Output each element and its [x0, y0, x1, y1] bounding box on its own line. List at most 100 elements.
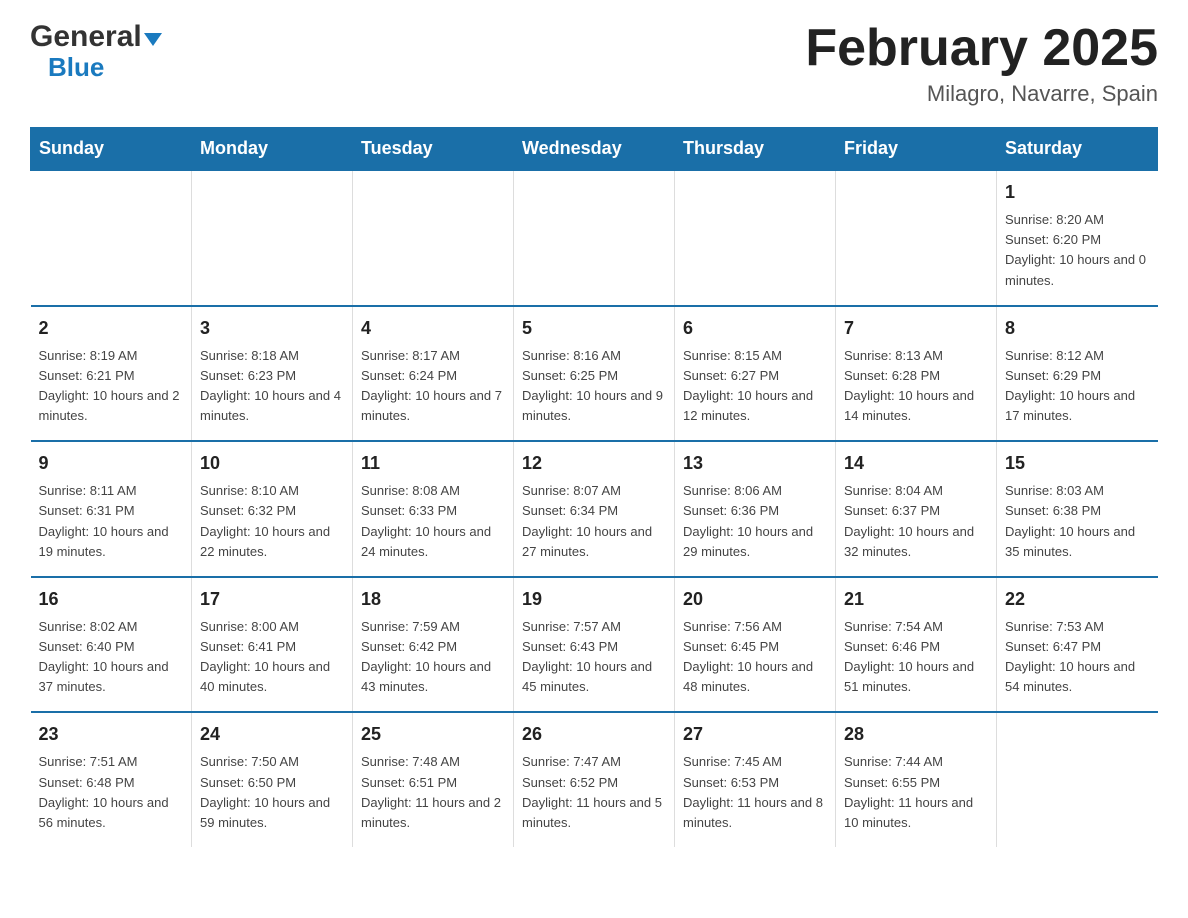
calendar-day-cell: 7Sunrise: 8:13 AM Sunset: 6:28 PM Daylig… — [836, 306, 997, 442]
calendar-day-cell: 6 Sunrise: 8:15 AM Sunset: 6:27 PM Daylig… — [675, 306, 836, 442]
day-info: Sunrise: 8:15 AM Sunset: 6:27 PM Dayligh… — [683, 346, 827, 427]
day-info: Sunrise: 8:00 AM Sunset: 6:41 PM Dayligh… — [200, 617, 344, 698]
day-number: 16 — [39, 586, 184, 613]
day-number: 5 — [522, 315, 666, 342]
day-number: 15 — [1005, 450, 1150, 477]
day-number: 1 — [1005, 179, 1150, 206]
day-number: 19 — [522, 586, 666, 613]
day-info: Sunrise: 8:18 AM Sunset: 6:23 PM Dayligh… — [200, 346, 344, 427]
day-of-week-header: Monday — [192, 128, 353, 171]
day-number: 13 — [683, 450, 827, 477]
day-number: 28 — [844, 721, 988, 748]
month-title: February 2025 — [805, 20, 1158, 77]
day-number: 14 — [844, 450, 988, 477]
day-info: Sunrise: 7:57 AM Sunset: 6:43 PM Dayligh… — [522, 617, 666, 698]
logo-blue-text: Blue — [48, 52, 104, 83]
day-number: 21 — [844, 586, 988, 613]
title-block: February 2025 Milagro, Navarre, Spain — [805, 20, 1158, 107]
day-info: Sunrise: 7:45 AM Sunset: 6:53 PM Dayligh… — [683, 752, 827, 833]
calendar-day-cell: 26 Sunrise: 7:47 AM Sunset: 6:52 PM Dayli… — [514, 712, 675, 847]
day-info: Sunrise: 8:17 AM Sunset: 6:24 PM Dayligh… — [361, 346, 505, 427]
day-info: Sunrise: 7:48 AM Sunset: 6:51 PM Dayligh… — [361, 752, 505, 833]
calendar-week-row: 16Sunrise: 8:02 AM Sunset: 6:40 PM Dayli… — [31, 577, 1158, 713]
calendar-day-cell: 4 Sunrise: 8:17 AM Sunset: 6:24 PM Daylig… — [353, 306, 514, 442]
calendar-day-cell: 14 Sunrise: 8:04 AM Sunset: 6:37 PM Dayli… — [836, 441, 997, 577]
day-number: 22 — [1005, 586, 1150, 613]
day-of-week-header: Thursday — [675, 128, 836, 171]
calendar-day-cell: 24 Sunrise: 7:50 AM Sunset: 6:50 PM Dayli… — [192, 712, 353, 847]
day-of-week-header: Sunday — [31, 128, 192, 171]
day-number: 4 — [361, 315, 505, 342]
calendar-day-cell: 9 Sunrise: 8:11 AM Sunset: 6:31 PM Daylig… — [31, 441, 192, 577]
calendar-day-cell — [353, 170, 514, 306]
day-number: 11 — [361, 450, 505, 477]
calendar-day-cell: 12 Sunrise: 8:07 AM Sunset: 6:34 PM Dayli… — [514, 441, 675, 577]
day-number: 9 — [39, 450, 184, 477]
day-number: 17 — [200, 586, 344, 613]
day-info: Sunrise: 8:19 AM Sunset: 6:21 PM Dayligh… — [39, 346, 184, 427]
day-number: 8 — [1005, 315, 1150, 342]
calendar-day-cell: 21 Sunrise: 7:54 AM Sunset: 6:46 PM Dayli… — [836, 577, 997, 713]
calendar-day-cell — [836, 170, 997, 306]
day-info: Sunrise: 8:07 AM Sunset: 6:34 PM Dayligh… — [522, 481, 666, 562]
day-info: Sunrise: 8:16 AM Sunset: 6:25 PM Dayligh… — [522, 346, 666, 427]
day-info: Sunrise: 7:59 AM Sunset: 6:42 PM Dayligh… — [361, 617, 505, 698]
calendar-day-cell: 11 Sunrise: 8:08 AM Sunset: 6:33 PM Dayli… — [353, 441, 514, 577]
day-info: Sunrise: 8:12 AM Sunset: 6:29 PM Dayligh… — [1005, 346, 1150, 427]
calendar-day-cell — [997, 712, 1158, 847]
calendar-day-cell — [514, 170, 675, 306]
calendar-day-cell: 18 Sunrise: 7:59 AM Sunset: 6:42 PM Dayli… — [353, 577, 514, 713]
calendar-week-row: 1 Sunrise: 8:20 AM Sunset: 6:20 PM Daylig… — [31, 170, 1158, 306]
location-label: Milagro, Navarre, Spain — [805, 81, 1158, 107]
day-info: Sunrise: 8:08 AM Sunset: 6:33 PM Dayligh… — [361, 481, 505, 562]
day-of-week-header: Saturday — [997, 128, 1158, 171]
calendar-day-cell: 1 Sunrise: 8:20 AM Sunset: 6:20 PM Daylig… — [997, 170, 1158, 306]
day-of-week-header: Friday — [836, 128, 997, 171]
day-info: Sunrise: 7:47 AM Sunset: 6:52 PM Dayligh… — [522, 752, 666, 833]
calendar-day-cell — [31, 170, 192, 306]
logo: General Blue — [30, 20, 162, 83]
day-info: Sunrise: 7:44 AM Sunset: 6:55 PM Dayligh… — [844, 752, 988, 833]
logo-general-text: General — [30, 20, 142, 54]
day-number: 26 — [522, 721, 666, 748]
day-number: 27 — [683, 721, 827, 748]
calendar-day-cell: 28 Sunrise: 7:44 AM Sunset: 6:55 PM Dayli… — [836, 712, 997, 847]
day-number: 6 — [683, 315, 827, 342]
page-header: General Blue February 2025 Milagro, Nava… — [30, 20, 1158, 107]
day-number: 12 — [522, 450, 666, 477]
day-info: Sunrise: 8:06 AM Sunset: 6:36 PM Dayligh… — [683, 481, 827, 562]
day-number: 25 — [361, 721, 505, 748]
day-info: Sunrise: 7:50 AM Sunset: 6:50 PM Dayligh… — [200, 752, 344, 833]
calendar-day-cell: 17 Sunrise: 8:00 AM Sunset: 6:41 PM Dayli… — [192, 577, 353, 713]
day-info: Sunrise: 7:51 AM Sunset: 6:48 PM Dayligh… — [39, 752, 184, 833]
day-number: 18 — [361, 586, 505, 613]
calendar-day-cell — [675, 170, 836, 306]
day-info: Sunrise: 7:54 AM Sunset: 6:46 PM Dayligh… — [844, 617, 988, 698]
day-info: Sunrise: 7:56 AM Sunset: 6:45 PM Dayligh… — [683, 617, 827, 698]
day-info: Sunrise: 8:11 AM Sunset: 6:31 PM Dayligh… — [39, 481, 184, 562]
calendar-day-cell: 8 Sunrise: 8:12 AM Sunset: 6:29 PM Daylig… — [997, 306, 1158, 442]
day-info: Sunrise: 7:53 AM Sunset: 6:47 PM Dayligh… — [1005, 617, 1150, 698]
day-number: 24 — [200, 721, 344, 748]
calendar-day-cell: 5 Sunrise: 8:16 AM Sunset: 6:25 PM Daylig… — [514, 306, 675, 442]
day-info: Sunrise: 8:20 AM Sunset: 6:20 PM Dayligh… — [1005, 210, 1150, 291]
day-of-week-header: Wednesday — [514, 128, 675, 171]
day-number: 2 — [39, 315, 184, 342]
calendar-day-cell — [192, 170, 353, 306]
calendar-day-cell: 27 Sunrise: 7:45 AM Sunset: 6:53 PM Dayli… — [675, 712, 836, 847]
day-number: 20 — [683, 586, 827, 613]
calendar-day-cell: 10 Sunrise: 8:10 AM Sunset: 6:32 PM Dayli… — [192, 441, 353, 577]
calendar-header-row: SundayMondayTuesdayWednesdayThursdayFrid… — [31, 128, 1158, 171]
calendar-week-row: 9 Sunrise: 8:11 AM Sunset: 6:31 PM Daylig… — [31, 441, 1158, 577]
logo-arrow-icon — [144, 33, 162, 46]
calendar-table: SundayMondayTuesdayWednesdayThursdayFrid… — [30, 127, 1158, 847]
day-info: Sunrise: 8:10 AM Sunset: 6:32 PM Dayligh… — [200, 481, 344, 562]
calendar-day-cell: 25 Sunrise: 7:48 AM Sunset: 6:51 PM Dayli… — [353, 712, 514, 847]
calendar-day-cell: 19 Sunrise: 7:57 AM Sunset: 6:43 PM Dayli… — [514, 577, 675, 713]
calendar-day-cell: 22 Sunrise: 7:53 AM Sunset: 6:47 PM Dayli… — [997, 577, 1158, 713]
calendar-day-cell: 20 Sunrise: 7:56 AM Sunset: 6:45 PM Dayli… — [675, 577, 836, 713]
day-number: 10 — [200, 450, 344, 477]
day-number: 3 — [200, 315, 344, 342]
calendar-day-cell: 16Sunrise: 8:02 AM Sunset: 6:40 PM Dayli… — [31, 577, 192, 713]
day-info: Sunrise: 8:04 AM Sunset: 6:37 PM Dayligh… — [844, 481, 988, 562]
